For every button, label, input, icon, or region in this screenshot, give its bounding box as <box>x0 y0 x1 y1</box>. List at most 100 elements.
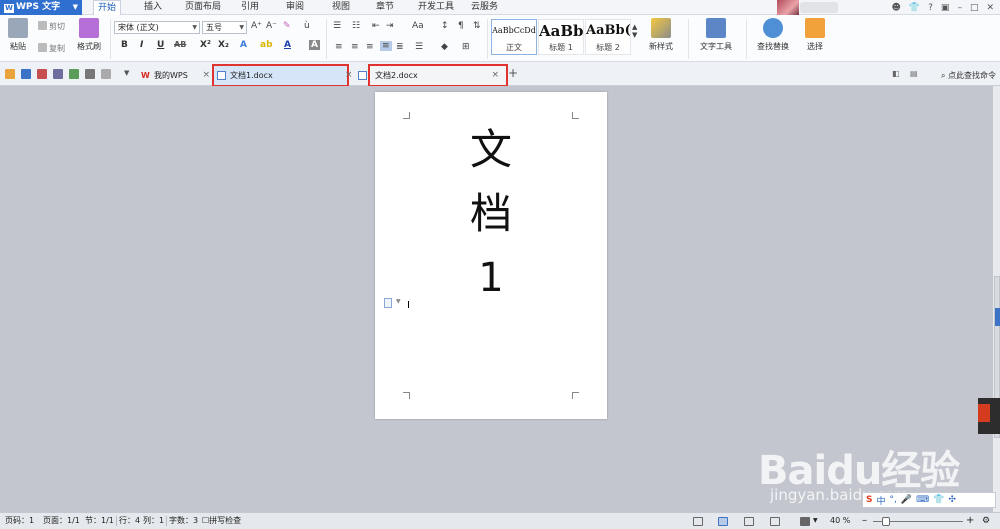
chevron-down-icon[interactable]: ▼ <box>396 298 401 305</box>
copy-button[interactable]: 复制 <box>38 43 65 54</box>
align-center-icon[interactable]: ≡ <box>351 42 359 52</box>
new-style-button[interactable]: 新样式 <box>642 18 680 52</box>
underline-button[interactable]: U <box>157 40 164 50</box>
style-normal[interactable]: AaBbCcDd 正文 <box>491 19 537 55</box>
zoom-slider-handle[interactable] <box>882 517 890 526</box>
tab-doc1[interactable]: 文档1.docx <box>212 64 349 87</box>
shrink-font-icon[interactable]: A⁻ <box>266 21 277 31</box>
align-right-icon[interactable]: ≡ <box>366 42 374 52</box>
export-pdf-icon[interactable] <box>37 69 47 79</box>
tab-start[interactable]: 开始 <box>93 0 122 15</box>
tab-my-wps[interactable]: W 我的WPS × <box>138 66 212 85</box>
settings-icon[interactable]: ⚙ <box>982 513 990 529</box>
tab-references[interactable]: 引用 <box>237 0 263 15</box>
font-size-select[interactable]: 五号 ▼ <box>202 21 247 34</box>
command-search[interactable]: ⌕ 点此查找命令 <box>941 70 996 81</box>
font-name-select[interactable]: 宋体 (正文) ▼ <box>114 21 200 34</box>
italic-button[interactable]: I <box>140 40 143 50</box>
numbering-icon[interactable]: ☷ <box>352 21 360 31</box>
print-preview-icon[interactable] <box>69 69 79 79</box>
find-replace-button[interactable]: 查找替换 <box>750 18 796 52</box>
align-left-icon[interactable]: ≡ <box>335 42 343 52</box>
line-spacing-icon[interactable]: ↕ <box>441 21 449 31</box>
tab-review[interactable]: 审阅 <box>282 0 308 15</box>
minimize-icon[interactable]: – <box>957 3 962 13</box>
help-icon[interactable]: ? <box>928 3 933 13</box>
tab-developer[interactable]: 开发工具 <box>414 0 458 15</box>
shirt-icon[interactable]: 👕 <box>909 3 920 13</box>
superscript-button[interactable]: X² <box>200 40 211 50</box>
change-case-icon[interactable]: Aa <box>412 21 424 31</box>
zoom-in-icon[interactable]: + <box>966 513 974 529</box>
tab-insert[interactable]: 插入 <box>140 0 166 15</box>
bullets-icon[interactable]: ☰ <box>333 21 341 31</box>
style-heading-2[interactable]: AaBb( 标题 2 <box>585 19 631 55</box>
close-icon[interactable]: × <box>345 66 353 85</box>
phonetic-guide-icon[interactable]: ù <box>304 21 310 31</box>
chevron-down-icon[interactable]: ▼ <box>813 513 818 529</box>
tab-view[interactable]: 视图 <box>328 0 354 15</box>
tab-cloud-service[interactable]: 云服务 <box>467 0 502 15</box>
page-view-icon[interactable] <box>718 517 728 526</box>
cut-button[interactable]: 剪切 <box>38 21 65 32</box>
side-widget[interactable] <box>978 398 1000 434</box>
outline-view-icon[interactable] <box>744 517 754 526</box>
tab-doc2[interactable]: 文档2.docx × <box>368 64 508 87</box>
spellcheck-button[interactable]: ☐拼写检查 <box>202 513 241 529</box>
select-button[interactable]: 选择 <box>800 18 830 52</box>
char-shading-button[interactable]: A <box>309 40 320 50</box>
keyboard-icon[interactable]: ⌨ <box>916 495 929 505</box>
punctuation-icon[interactable]: °, <box>890 495 897 505</box>
vertical-scrollbar[interactable] <box>993 86 1000 512</box>
format-painter-button[interactable]: 格式刷 <box>74 18 104 52</box>
voice-icon[interactable]: 🎤 <box>901 495 912 505</box>
subscript-button[interactable]: X₂ <box>218 40 229 50</box>
fullscreen-view-icon[interactable] <box>693 517 703 526</box>
app-menu-button[interactable]: W WPS 文字 ▼ <box>0 0 82 15</box>
strikethrough-button[interactable]: AB <box>174 40 186 49</box>
open-icon[interactable] <box>5 69 15 79</box>
web-view-icon[interactable] <box>770 517 780 526</box>
restore-icon[interactable]: ▣ <box>941 3 950 13</box>
highlight-button[interactable]: ab <box>260 40 273 50</box>
new-tab-button[interactable]: + <box>508 66 518 80</box>
maximize-icon[interactable]: □ <box>970 3 979 13</box>
input-method-toolbar[interactable]: S 中 °, 🎤 ⌨ 👕 ✣ <box>862 492 996 508</box>
paragraph-mark-icon[interactable]: ¶ <box>458 21 464 31</box>
close-icon[interactable]: × <box>491 66 499 85</box>
justify-icon[interactable]: ≡ <box>380 41 392 51</box>
grow-font-icon[interactable]: A⁺ <box>251 21 262 31</box>
save-icon[interactable] <box>21 69 31 79</box>
tab-page-layout[interactable]: 页面布局 <box>181 0 225 15</box>
tab-list-icon[interactable]: ◧ <box>892 69 900 78</box>
decrease-indent-icon[interactable]: ⇤ <box>372 21 380 31</box>
tab-chapter[interactable]: 章节 <box>372 0 398 15</box>
bold-button[interactable]: B <box>121 40 128 50</box>
paste-button[interactable]: 粘贴 <box>5 18 31 52</box>
shading-icon[interactable]: ◆ <box>441 42 448 52</box>
skin-icon[interactable]: 👕 <box>933 495 944 505</box>
print-icon[interactable] <box>53 69 63 79</box>
close-icon[interactable]: × <box>202 66 210 85</box>
style-scroll-icon[interactable]: ▲ ▼ <box>632 23 637 39</box>
zoom-out-icon[interactable]: – <box>862 513 867 529</box>
line-spacing-options-icon[interactable]: ☰ <box>415 42 423 52</box>
font-color-button[interactable]: A <box>284 40 291 50</box>
clear-format-icon[interactable]: ✎ <box>283 21 291 31</box>
style-heading-1[interactable]: AaBb 标题 1 <box>538 19 584 55</box>
redo-icon[interactable] <box>101 69 111 79</box>
quick-access-menu-icon[interactable]: ▼ <box>124 69 129 77</box>
tab-menu-icon[interactable]: ▤ <box>910 69 918 78</box>
chinese-mode-icon[interactable]: 中 <box>876 494 885 507</box>
reading-mode-icon[interactable] <box>800 517 810 526</box>
distributed-icon[interactable]: ≣ <box>396 42 404 52</box>
tools-icon[interactable]: ✣ <box>948 495 956 505</box>
status-word-count[interactable]: 字数：3 <box>169 513 198 529</box>
text-tools-button[interactable]: 文字工具 <box>693 18 739 52</box>
borders-icon[interactable]: ⊞ <box>462 42 470 52</box>
paragraph-layout-icon[interactable] <box>384 298 392 308</box>
zoom-level[interactable]: 40 % <box>830 513 850 529</box>
increase-indent-icon[interactable]: ⇥ <box>386 21 394 31</box>
side-panel-toggle[interactable] <box>995 308 1000 326</box>
document-page[interactable]: 文 档 1 ▼ <box>375 92 607 419</box>
